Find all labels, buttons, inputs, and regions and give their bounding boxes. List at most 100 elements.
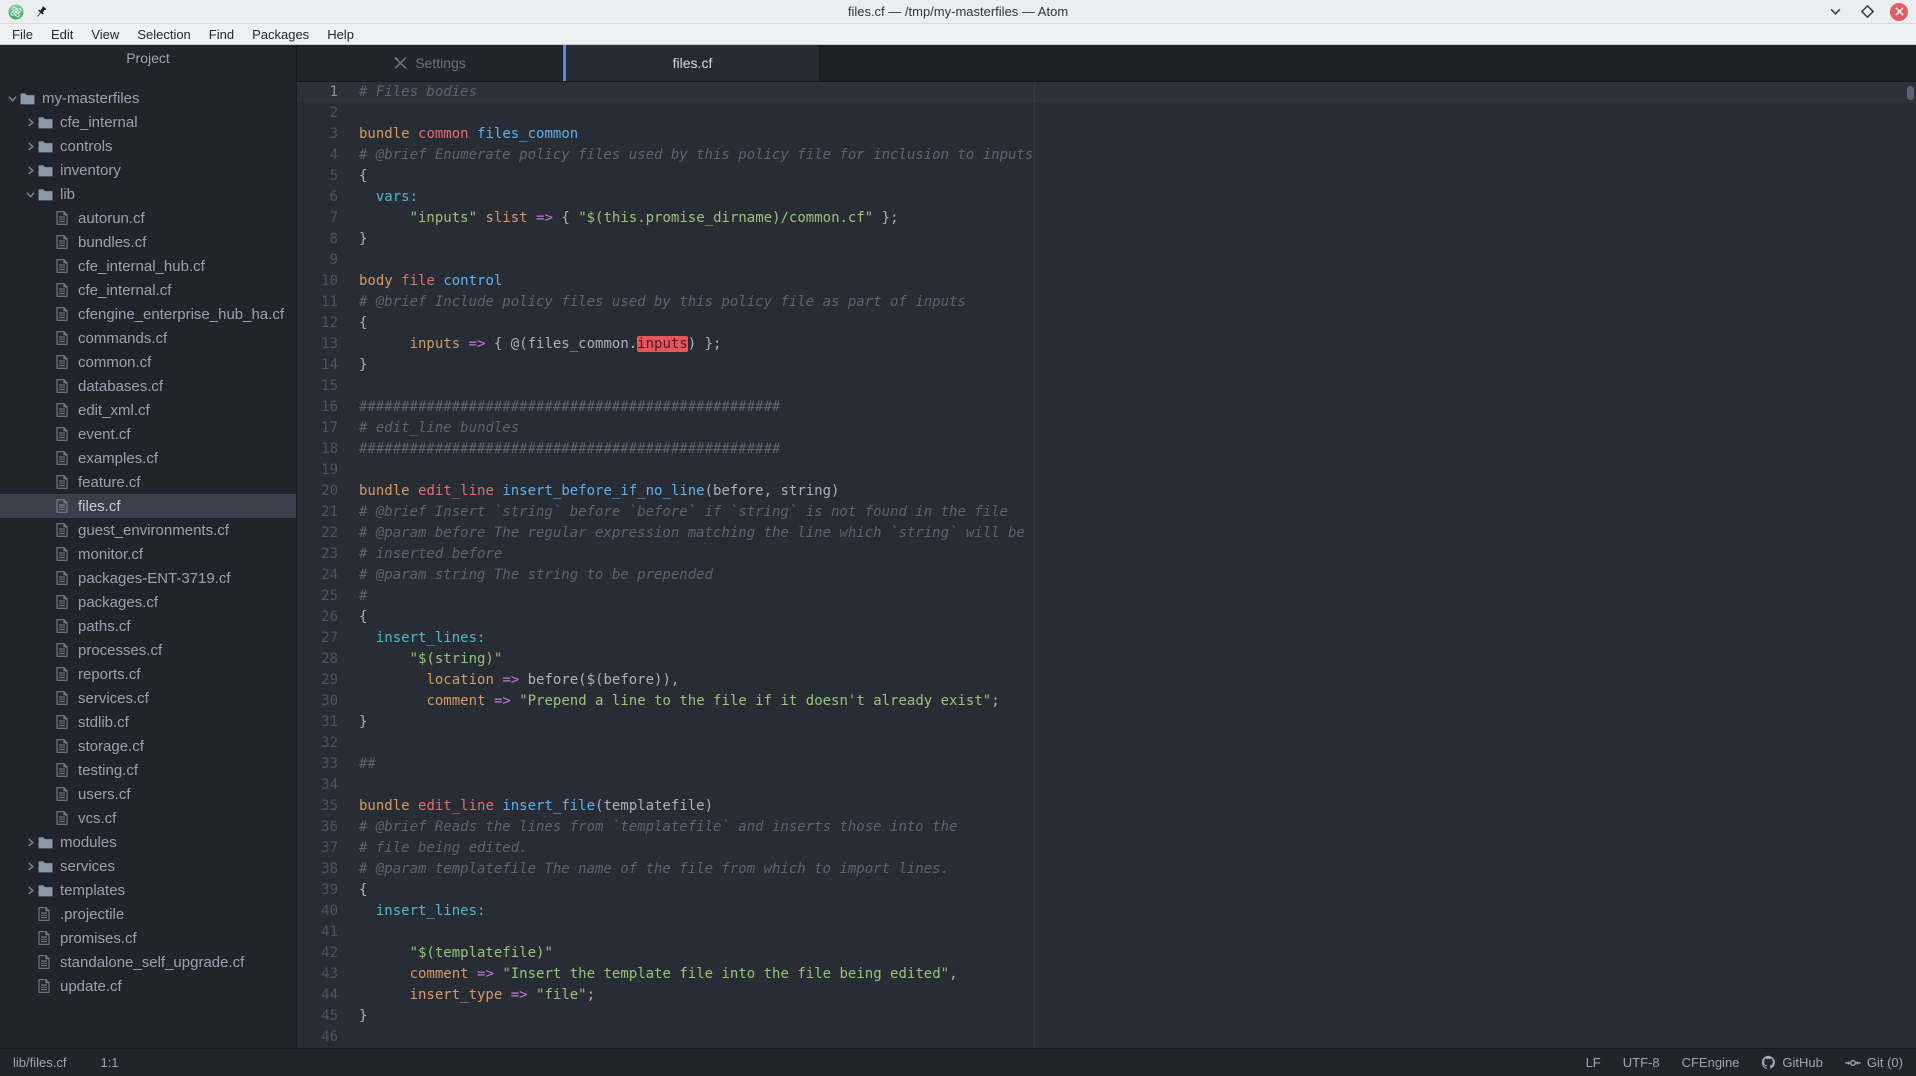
line-number[interactable]: 24: [297, 565, 352, 586]
line-number[interactable]: 19: [297, 460, 352, 481]
line-number[interactable]: 14: [297, 355, 352, 376]
line-number[interactable]: 39: [297, 880, 352, 901]
tree-item-feature.cf[interactable]: feature.cf: [0, 470, 296, 494]
status-file-path[interactable]: lib/files.cf: [13, 1055, 66, 1070]
tree-item-bundles.cf[interactable]: bundles.cf: [0, 230, 296, 254]
line-number[interactable]: 36: [297, 817, 352, 838]
tree-item-edit_xml.cf[interactable]: edit_xml.cf: [0, 398, 296, 422]
code-line[interactable]: 31}: [297, 712, 1916, 733]
line-number[interactable]: 22: [297, 523, 352, 544]
tree-item-promises.cf[interactable]: promises.cf: [0, 926, 296, 950]
tree-item-cfengine_enterprise_hub_ha.cf[interactable]: cfengine_enterprise_hub_ha.cf: [0, 302, 296, 326]
line-number[interactable]: 10: [297, 271, 352, 292]
menu-item-help[interactable]: Help: [318, 27, 363, 42]
title-bar[interactable]: files.cf — /tmp/my-masterfiles — Atom: [0, 0, 1916, 24]
code-line[interactable]: 28 "$(string)": [297, 649, 1916, 670]
line-number[interactable]: 30: [297, 691, 352, 712]
menu-item-selection[interactable]: Selection: [128, 27, 199, 42]
tree-item-services[interactable]: services: [0, 854, 296, 878]
code-line[interactable]: 10body file control: [297, 271, 1916, 292]
editor[interactable]: 1# Files bodies23bundle common files_com…: [297, 82, 1916, 1048]
tree-item-common.cf[interactable]: common.cf: [0, 350, 296, 374]
code-line[interactable]: 40 insert_lines:: [297, 901, 1916, 922]
tree-item-files.cf[interactable]: files.cf: [0, 494, 296, 518]
code-line[interactable]: 1# Files bodies: [297, 82, 1916, 103]
code-area[interactable]: 1# Files bodies23bundle common files_com…: [297, 82, 1916, 1048]
pin-icon[interactable]: [34, 5, 48, 19]
code-line[interactable]: 11# @brief Include policy files used by …: [297, 292, 1916, 313]
code-line[interactable]: 16######################################…: [297, 397, 1916, 418]
code-line[interactable]: 36# @brief Reads the lines from `templat…: [297, 817, 1916, 838]
menu-item-view[interactable]: View: [82, 27, 128, 42]
line-number[interactable]: 5: [297, 166, 352, 187]
code-line[interactable]: 2: [297, 103, 1916, 124]
code-line[interactable]: 24# @param string The string to be prepe…: [297, 565, 1916, 586]
tree-item-lib[interactable]: lib: [0, 182, 296, 206]
tree-item-update.cf[interactable]: update.cf: [0, 974, 296, 998]
code-line[interactable]: 14}: [297, 355, 1916, 376]
code-line[interactable]: 33##: [297, 754, 1916, 775]
code-line[interactable]: 6 vars:: [297, 187, 1916, 208]
status-cfengine[interactable]: CFEngine: [1682, 1055, 1740, 1070]
line-number[interactable]: 3: [297, 124, 352, 145]
line-number[interactable]: 16: [297, 397, 352, 418]
chevron-right-icon[interactable]: [22, 118, 38, 127]
chevron-down-icon[interactable]: [22, 190, 38, 199]
code-line[interactable]: 9: [297, 250, 1916, 271]
line-number[interactable]: 32: [297, 733, 352, 754]
code-line[interactable]: 12{: [297, 313, 1916, 334]
code-line[interactable]: 8}: [297, 229, 1916, 250]
line-number[interactable]: 28: [297, 649, 352, 670]
tree-item-guest_environments.cf[interactable]: guest_environments.cf: [0, 518, 296, 542]
line-number[interactable]: 13: [297, 334, 352, 355]
line-number[interactable]: 27: [297, 628, 352, 649]
code-line[interactable]: 22# @param before The regular expression…: [297, 523, 1916, 544]
status-cursor-position[interactable]: 1:1: [100, 1055, 118, 1070]
line-number[interactable]: 44: [297, 985, 352, 1006]
chevron-right-icon[interactable]: [22, 886, 38, 895]
tree-item-reports.cf[interactable]: reports.cf: [0, 662, 296, 686]
menu-item-packages[interactable]: Packages: [243, 27, 318, 42]
line-number[interactable]: 9: [297, 250, 352, 271]
chevron-right-icon[interactable]: [22, 166, 38, 175]
tree-item-testing.cf[interactable]: testing.cf: [0, 758, 296, 782]
tree-item-my-masterfiles[interactable]: my-masterfiles: [0, 86, 296, 110]
tree-item-examples.cf[interactable]: examples.cf: [0, 446, 296, 470]
maximize-button[interactable]: [1858, 3, 1876, 21]
tree-item-commands.cf[interactable]: commands.cf: [0, 326, 296, 350]
line-number[interactable]: 45: [297, 1006, 352, 1027]
line-number[interactable]: 7: [297, 208, 352, 229]
tree-item-packages.cf[interactable]: packages.cf: [0, 590, 296, 614]
code-line[interactable]: 17# edit_line bundles: [297, 418, 1916, 439]
status-git-0-[interactable]: Git (0): [1845, 1055, 1903, 1070]
line-number[interactable]: 25: [297, 586, 352, 607]
tree-item-stdlib.cf[interactable]: stdlib.cf: [0, 710, 296, 734]
tree-item-vcs.cf[interactable]: vcs.cf: [0, 806, 296, 830]
code-line[interactable]: 42 "$(templatefile)": [297, 943, 1916, 964]
menu-item-edit[interactable]: Edit: [42, 27, 82, 42]
tree-item-modules[interactable]: modules: [0, 830, 296, 854]
code-line[interactable]: 43 comment => "Insert the template file …: [297, 964, 1916, 985]
code-line[interactable]: 5{: [297, 166, 1916, 187]
tree-item-autorun.cf[interactable]: autorun.cf: [0, 206, 296, 230]
menu-item-find[interactable]: Find: [200, 27, 243, 42]
code-line[interactable]: 45}: [297, 1006, 1916, 1027]
line-number[interactable]: 20: [297, 481, 352, 502]
code-line[interactable]: 20bundle edit_line insert_before_if_no_l…: [297, 481, 1916, 502]
line-number[interactable]: 41: [297, 922, 352, 943]
tree-item-packages-ENT-3719.cf[interactable]: packages-ENT-3719.cf: [0, 566, 296, 590]
tree-item-.projectile[interactable]: .projectile: [0, 902, 296, 926]
tree-item-processes.cf[interactable]: processes.cf: [0, 638, 296, 662]
status-github[interactable]: GitHub: [1761, 1055, 1822, 1070]
tree-item-standalone_self_upgrade.cf[interactable]: standalone_self_upgrade.cf: [0, 950, 296, 974]
line-number[interactable]: 12: [297, 313, 352, 334]
code-line[interactable]: 13 inputs => { @(files_common.inputs) };: [297, 334, 1916, 355]
chevron-right-icon[interactable]: [22, 862, 38, 871]
status-lf[interactable]: LF: [1586, 1055, 1601, 1070]
chevron-down-icon[interactable]: [4, 94, 20, 103]
code-line[interactable]: 23# inserted before: [297, 544, 1916, 565]
code-line[interactable]: 37# file being edited.: [297, 838, 1916, 859]
code-line[interactable]: 21# @brief Insert `string` before `befor…: [297, 502, 1916, 523]
code-line[interactable]: 41: [297, 922, 1916, 943]
tree-item-cfe_internal_hub.cf[interactable]: cfe_internal_hub.cf: [0, 254, 296, 278]
